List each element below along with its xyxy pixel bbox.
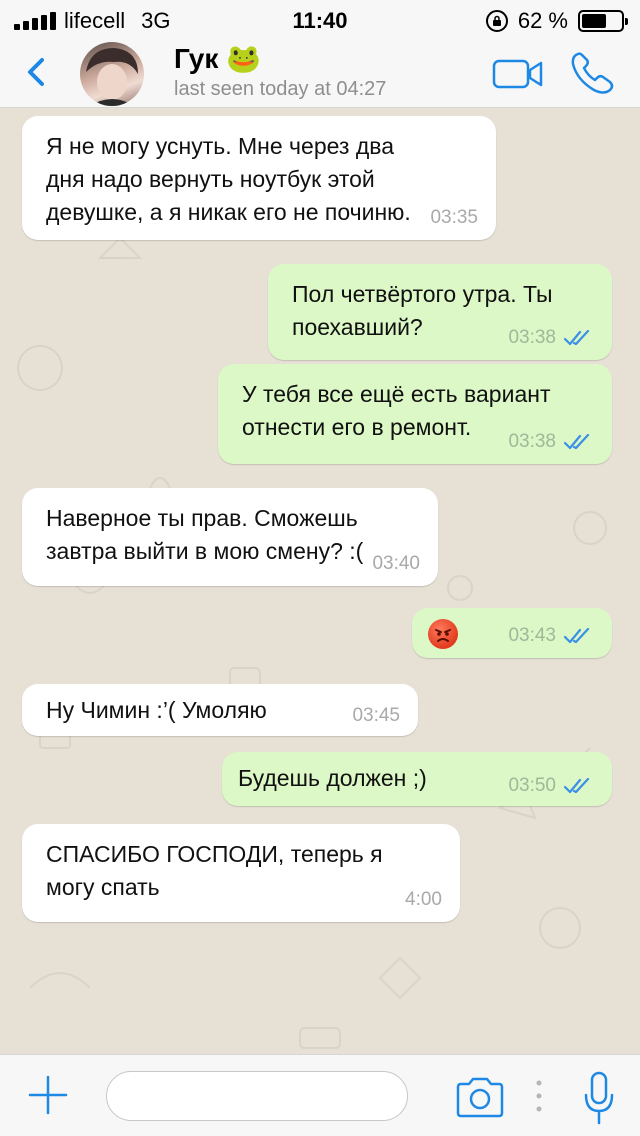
battery-icon <box>578 10 628 32</box>
message-time: 03:45 <box>352 705 400 726</box>
message-incoming[interactable]: Я не могу уснуть. Мне через два дня надо… <box>22 116 496 240</box>
message-text: Ну Чимин :’( Умоляю <box>46 697 267 723</box>
message-meta: 4:00 <box>405 883 442 916</box>
message-meta: 03:38 <box>508 425 594 458</box>
rotation-lock-icon <box>485 10 508 32</box>
message-incoming[interactable]: Наверное ты прав. Сможешь завтра выйти в… <box>22 488 438 586</box>
camera-icon[interactable] <box>454 1075 506 1119</box>
contact-avatar[interactable] <box>80 42 144 106</box>
message-incoming[interactable]: Ну Чимин :’( Умоляю 03:45 <box>22 684 418 736</box>
microphone-icon[interactable] <box>582 1071 616 1125</box>
message-text: Я не могу уснуть. Мне через два дня надо… <box>46 133 411 225</box>
message-outgoing[interactable]: 03:43 <box>412 608 612 658</box>
message-meta: 03:50 <box>508 769 594 802</box>
status-bar: lifecell 3G 11:40 62 % <box>0 0 640 40</box>
angry-face-emoji <box>428 618 458 649</box>
message-text: Наверное ты прав. Сможешь завтра выйти в… <box>46 505 364 564</box>
message-input-bar <box>0 1054 640 1136</box>
read-receipt-icon <box>564 433 590 449</box>
message-time: 03:38 <box>508 431 556 452</box>
message-outgoing[interactable]: У тебя все ещё есть вариант отнести его … <box>218 364 612 464</box>
message-text: СПАСИБО ГОСПОДИ, теперь я могу спать <box>46 841 383 900</box>
message-time: 4:00 <box>405 889 442 910</box>
read-receipt-icon <box>564 777 590 793</box>
message-outgoing[interactable]: Будешь должен ;) 03:50 <box>222 752 612 806</box>
chat-header: Гук 🐸 last seen today at 04:27 <box>0 40 640 108</box>
chat-thread[interactable]: Я не могу уснуть. Мне через два дня надо… <box>0 108 640 1054</box>
message-time: 03:35 <box>430 207 478 228</box>
message-time: 03:40 <box>372 553 420 574</box>
last-seen-status: last seen today at 04:27 <box>174 78 387 100</box>
message-meta: 03:43 <box>508 619 594 652</box>
message-meta: 03:45 <box>352 699 400 732</box>
read-receipt-icon <box>564 627 590 643</box>
back-chevron-icon[interactable] <box>22 52 52 92</box>
message-meta: 03:35 <box>430 201 478 234</box>
message-time: 03:43 <box>508 625 556 646</box>
message-time: 03:50 <box>508 775 556 796</box>
contact-name[interactable]: Гук 🐸 <box>174 42 261 75</box>
message-meta: 03:38 <box>508 321 594 354</box>
message-incoming[interactable]: СПАСИБО ГОСПОДИ, теперь я могу спать 4:0… <box>22 824 460 922</box>
read-receipt-icon <box>564 329 590 345</box>
more-dots-icon <box>536 1080 542 1112</box>
message-meta: 03:40 <box>372 547 420 580</box>
message-time: 03:38 <box>508 327 556 348</box>
message-outgoing[interactable]: Пол четвёртого утра. Ты поехавший? 03:38 <box>268 264 612 360</box>
message-input[interactable] <box>106 1071 408 1121</box>
phone-icon[interactable] <box>568 50 618 96</box>
battery-percent: 62 % <box>517 8 568 33</box>
status-right: 62 % <box>485 8 628 34</box>
video-call-icon[interactable] <box>492 58 544 90</box>
plus-icon[interactable] <box>26 1073 70 1117</box>
